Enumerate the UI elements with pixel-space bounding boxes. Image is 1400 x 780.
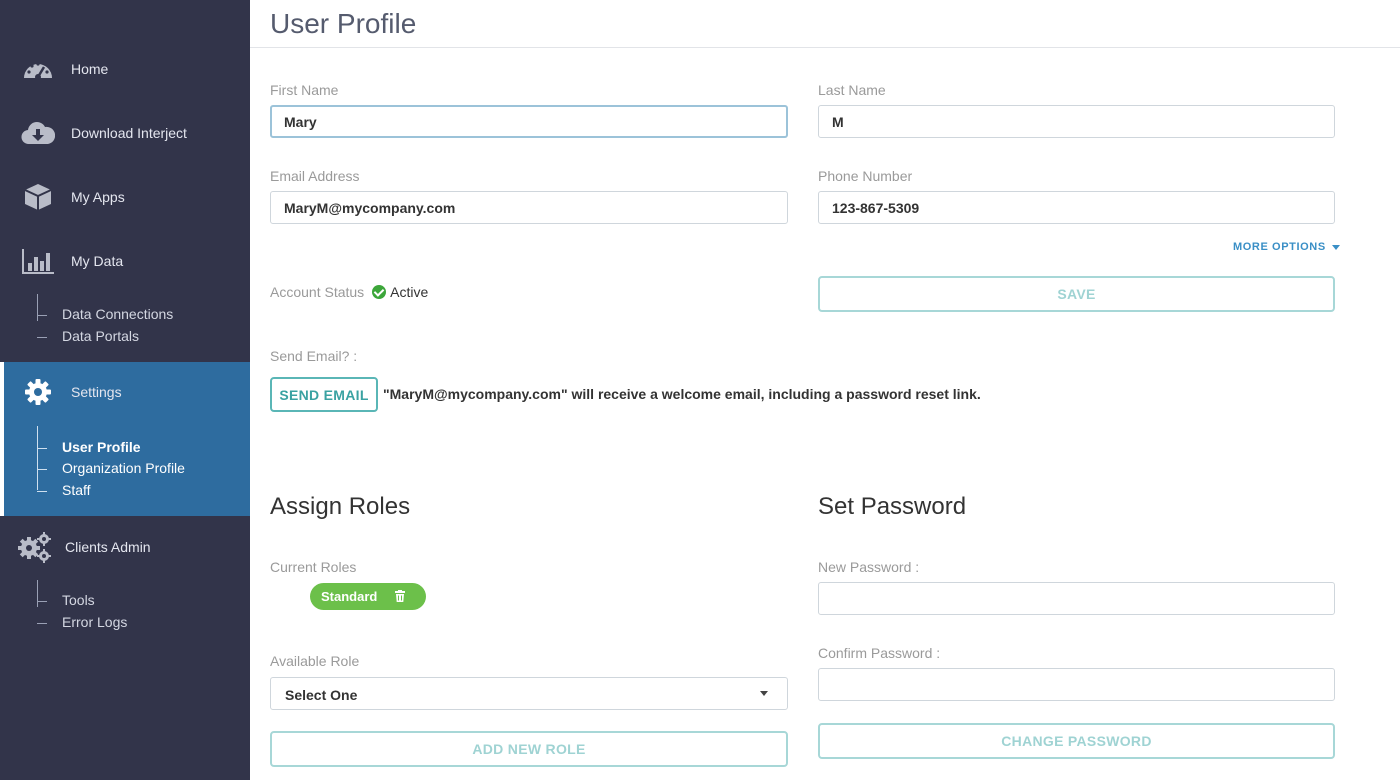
account-status-label: Account Status bbox=[270, 284, 365, 300]
tree-line bbox=[37, 294, 49, 321]
cloud-download-icon bbox=[20, 115, 56, 151]
bar-chart-icon bbox=[20, 243, 56, 279]
new-password-label: New Password : bbox=[818, 559, 920, 575]
nav-settings[interactable]: Settings bbox=[0, 372, 250, 412]
sidebar: Home Download Interject My Apps My Data … bbox=[0, 0, 250, 780]
check-circle-icon bbox=[372, 285, 387, 299]
nav-my-data[interactable]: My Data bbox=[0, 241, 250, 281]
more-options-link[interactable]: MORE OPTIONS bbox=[1233, 241, 1340, 253]
first-name-label: First Name bbox=[270, 82, 339, 98]
trash-icon[interactable] bbox=[395, 590, 405, 602]
subnav-tools[interactable]: Tools bbox=[37, 592, 95, 608]
nav-clients-admin-label: Clients Admin bbox=[65, 539, 151, 555]
dashboard-gauge-icon bbox=[20, 51, 56, 87]
send-email-button[interactable]: SEND EMAIL bbox=[270, 377, 378, 412]
more-options-label: MORE OPTIONS bbox=[1233, 241, 1326, 253]
account-status-value: Active bbox=[390, 284, 429, 300]
gear-icon bbox=[20, 374, 56, 410]
new-password-input[interactable] bbox=[818, 582, 1335, 615]
phone-label: Phone Number bbox=[818, 168, 913, 184]
assign-roles-title: Assign Roles bbox=[270, 493, 411, 520]
settings-section-active: Settings User Profile Organization Profi… bbox=[0, 362, 250, 516]
available-role-label: Available Role bbox=[270, 653, 360, 669]
email-label: Email Address bbox=[270, 168, 360, 184]
subnav-error-logs[interactable]: Error Logs bbox=[37, 614, 127, 630]
add-new-role-button[interactable]: ADD NEW ROLE bbox=[270, 731, 788, 767]
change-password-button[interactable]: CHANGE PASSWORD bbox=[818, 723, 1335, 759]
email-input[interactable] bbox=[270, 191, 788, 224]
subnav-organization-profile[interactable]: Organization Profile bbox=[37, 460, 185, 476]
cube-icon bbox=[20, 179, 56, 215]
confirm-password-input[interactable] bbox=[818, 668, 1335, 701]
role-chip: Standard bbox=[310, 583, 426, 610]
page-title: User Profile bbox=[270, 8, 417, 39]
tree-line bbox=[37, 580, 49, 607]
subnav-staff[interactable]: Staff bbox=[37, 482, 91, 498]
save-button[interactable]: SAVE bbox=[818, 276, 1335, 312]
clients-admin-subnav: Tools Error Logs bbox=[37, 580, 247, 630]
settings-subnav: User Profile Organization Profile Staff bbox=[37, 426, 247, 498]
nav-home[interactable]: Home bbox=[0, 49, 250, 89]
nav-download-interject-label: Download Interject bbox=[71, 125, 187, 141]
confirm-password-label: Confirm Password : bbox=[818, 645, 941, 661]
nav-clients-admin[interactable]: Clients Admin bbox=[0, 527, 250, 567]
gears-icon bbox=[16, 529, 52, 565]
subnav-data-connections[interactable]: Data Connections bbox=[37, 306, 173, 322]
last-name-label: Last Name bbox=[818, 82, 886, 98]
send-email-label: Send Email? : bbox=[270, 348, 358, 364]
first-name-input[interactable] bbox=[270, 105, 788, 138]
nav-my-data-label: My Data bbox=[71, 253, 124, 269]
available-role-select[interactable]: Select One bbox=[270, 677, 788, 710]
available-role-value: Select One bbox=[285, 687, 358, 703]
app: Home Download Interject My Apps My Data … bbox=[0, 0, 1400, 780]
tree-line bbox=[37, 426, 49, 490]
nav-home-label: Home bbox=[71, 61, 109, 77]
subnav-data-portals[interactable]: Data Portals bbox=[37, 328, 139, 344]
nav-settings-label: Settings bbox=[71, 384, 122, 400]
last-name-input[interactable] bbox=[818, 105, 1335, 138]
caret-down-icon bbox=[1331, 244, 1340, 250]
current-roles-label: Current Roles bbox=[270, 559, 357, 575]
account-status: Account Status Active bbox=[270, 284, 428, 300]
role-chip-label: Standard bbox=[321, 589, 378, 604]
title-divider bbox=[250, 47, 1400, 48]
set-password-title: Set Password bbox=[818, 493, 967, 520]
nav-my-apps-label: My Apps bbox=[71, 189, 125, 205]
my-data-subnav: Data Connections Data Portals bbox=[37, 294, 247, 344]
send-email-note: "MaryM@mycompany.com" will receive a wel… bbox=[383, 386, 981, 402]
nav-my-apps[interactable]: My Apps bbox=[0, 177, 250, 217]
subnav-user-profile[interactable]: User Profile bbox=[37, 439, 141, 455]
dropdown-caret-icon bbox=[760, 691, 768, 696]
phone-input[interactable] bbox=[818, 191, 1335, 224]
nav-download-interject[interactable]: Download Interject bbox=[0, 113, 250, 153]
